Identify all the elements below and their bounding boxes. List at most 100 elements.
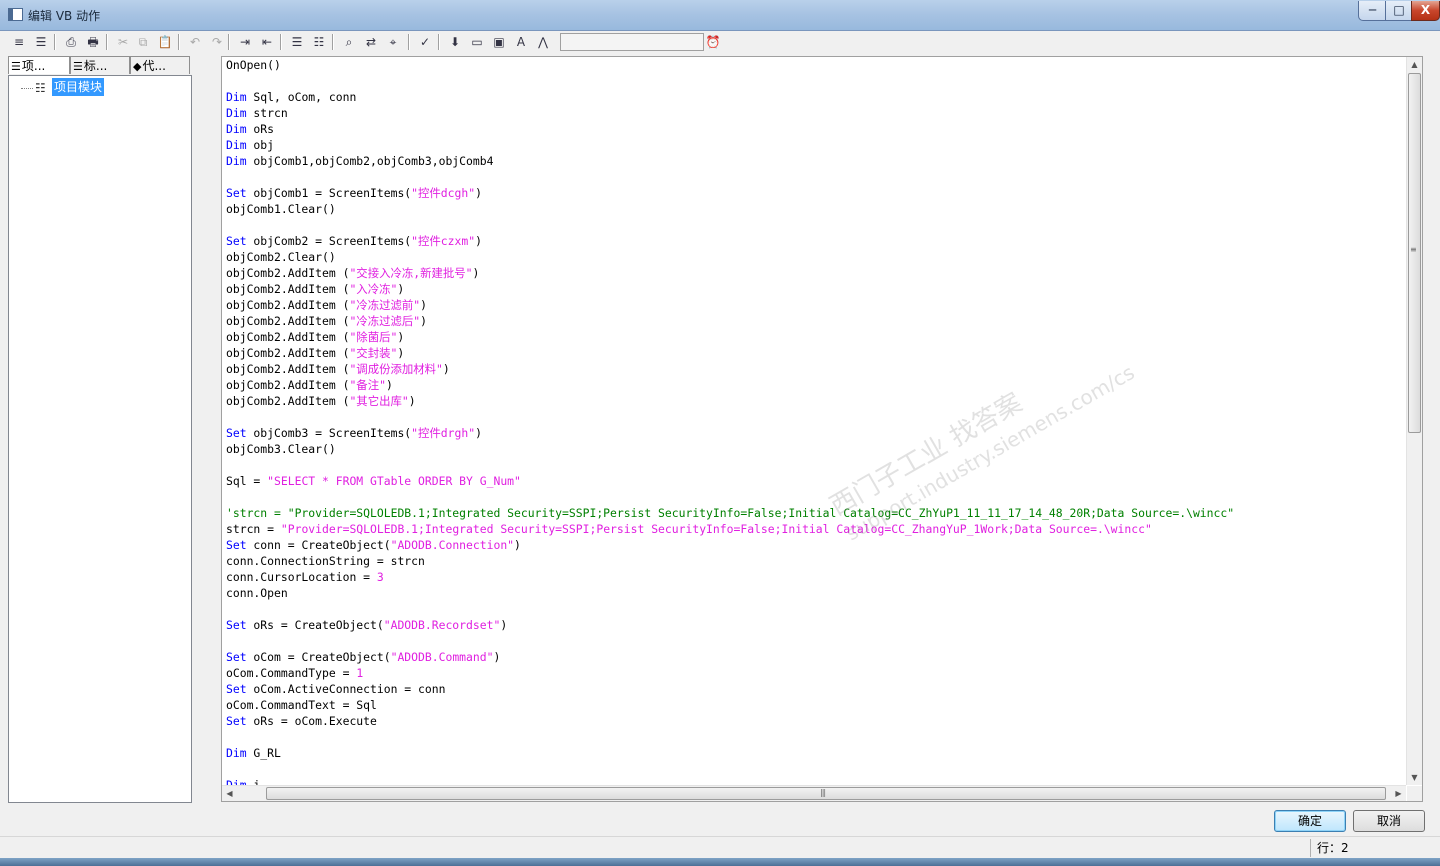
code-token: oCom.CommandText = Sql — [226, 698, 377, 712]
code-line[interactable]: Dim Sql, oCom, conn — [226, 89, 1404, 105]
toolbar-separator — [280, 34, 282, 50]
code-token: Set — [226, 618, 247, 632]
code-line[interactable]: Dim strcn — [226, 105, 1404, 121]
cancel-button[interactable]: 取消 — [1353, 810, 1425, 832]
tab-project[interactable]: ☰项... — [8, 56, 70, 74]
syntax-check-icon[interactable]: ✓ — [416, 33, 434, 51]
title-bar[interactable]: 编辑 VB 动作 ─ □ X — [0, 0, 1440, 31]
code-token: objComb2.AddItem ( — [226, 314, 350, 328]
scroll-left-arrow-icon[interactable]: ◀ — [222, 786, 237, 801]
code-line[interactable]: Set oCom = CreateObject("ADODB.Command") — [226, 649, 1404, 665]
code-line[interactable]: objComb2.AddItem ("其它出库") — [226, 393, 1404, 409]
code-line[interactable]: Set oCom.ActiveConnection = conn — [226, 681, 1404, 697]
module-tree[interactable]: ☷ 项目模块 — [8, 75, 192, 803]
tree-item-project-module[interactable]: 项目模块 — [52, 78, 105, 96]
undo-icon[interactable]: ↶ — [186, 33, 204, 51]
code-line[interactable] — [226, 217, 1404, 233]
code-line[interactable]: Dim oRs — [226, 121, 1404, 137]
code-line[interactable]: Set oRs = CreateObject("ADODB.Recordset"… — [226, 617, 1404, 633]
new-folder-icon[interactable]: ▣ — [490, 33, 508, 51]
code-line[interactable] — [226, 409, 1404, 425]
compass-icon[interactable]: ⋀ — [534, 33, 552, 51]
code-line[interactable]: conn.Open — [226, 585, 1404, 601]
code-line[interactable] — [226, 489, 1404, 505]
code-line[interactable]: Set objComb1 = ScreenItems("控件dcgh") — [226, 185, 1404, 201]
maximize-button[interactable]: □ — [1385, 1, 1413, 21]
code-line[interactable]: Set oRs = oCom.Execute — [226, 713, 1404, 729]
code-token: "SELECT * FROM GTable ORDER BY G_Num" — [267, 474, 521, 488]
code-line[interactable] — [226, 761, 1404, 777]
code-token: objComb1.Clear() — [226, 202, 336, 216]
vertical-scrollbar[interactable]: ▲ ≡ ▼ — [1406, 57, 1422, 785]
code-line[interactable]: conn.CursorLocation = 3 — [226, 569, 1404, 585]
code-line[interactable]: Dim G_RL — [226, 745, 1404, 761]
code-line[interactable]: Dim i — [226, 777, 1404, 785]
code-line[interactable]: Sql = "SELECT * FROM GTable ORDER BY G_N… — [226, 473, 1404, 489]
scroll-up-arrow-icon[interactable]: ▲ — [1407, 57, 1422, 72]
code-line[interactable]: Set conn = CreateObject("ADODB.Connectio… — [226, 537, 1404, 553]
replace-icon[interactable]: ⇄ — [362, 33, 380, 51]
toolbar-separator — [54, 34, 56, 50]
horizontal-scroll-thumb[interactable] — [266, 787, 1386, 800]
code-line[interactable] — [226, 601, 1404, 617]
code-line[interactable]: Dim obj — [226, 137, 1404, 153]
code-line[interactable]: objComb2.AddItem ("入冷冻") — [226, 281, 1404, 297]
code-line[interactable]: 'strcn = "Provider=SQLOLEDB.1;Integrated… — [226, 505, 1404, 521]
code-line[interactable] — [226, 169, 1404, 185]
paste-icon[interactable]: 📋 — [156, 33, 174, 51]
format-icon[interactable]: ☰ — [32, 33, 50, 51]
align-left-icon[interactable]: ≡ — [10, 33, 28, 51]
tab-code[interactable]: ◆代... — [130, 56, 190, 74]
code-line[interactable]: objComb2.AddItem ("除菌后") — [226, 329, 1404, 345]
code-line[interactable]: objComb2.AddItem ("冷冻过滤后") — [226, 313, 1404, 329]
code-line[interactable]: objComb2.AddItem ("调成份添加材料") — [226, 361, 1404, 377]
scroll-right-arrow-icon[interactable]: ▶ — [1391, 786, 1406, 801]
code-line[interactable]: objComb2.AddItem ("交封装") — [226, 345, 1404, 361]
code-line[interactable]: objComb3.Clear() — [226, 441, 1404, 457]
code-line[interactable] — [226, 73, 1404, 89]
comment-icon[interactable]: ☰ — [288, 33, 306, 51]
ok-button[interactable]: 确定 — [1274, 810, 1346, 832]
code-line[interactable]: objComb2.AddItem ("冷冻过滤前") — [226, 297, 1404, 313]
code-line[interactable]: objComb1.Clear() — [226, 201, 1404, 217]
code-line[interactable]: Set objComb2 = ScreenItems("控件czxm") — [226, 233, 1404, 249]
redo-icon[interactable]: ↷ — [208, 33, 226, 51]
alarm-clock-icon[interactable]: ⏰ — [704, 33, 722, 51]
code-line[interactable]: Set objComb3 = ScreenItems("控件drgh") — [226, 425, 1404, 441]
uncomment-icon[interactable]: ☷ — [310, 33, 328, 51]
print-icon[interactable]: ⎙ — [62, 33, 80, 51]
code-area[interactable]: OnOpen() Dim Sql, oCom, conn Dim strcn Dim… — [226, 57, 1404, 785]
code-line[interactable] — [226, 633, 1404, 649]
print-preview-icon[interactable]: 🖶 — [84, 33, 102, 51]
tree-connector — [21, 88, 33, 89]
tag-icon[interactable]: A — [512, 33, 530, 51]
code-line[interactable]: strcn = "Provider=SQLOLEDB.1;Integrated … — [226, 521, 1404, 537]
code-line[interactable] — [226, 729, 1404, 745]
copy-icon[interactable]: ⧉ — [134, 33, 152, 51]
code-editor[interactable]: OnOpen() Dim Sql, oCom, conn Dim strcn Dim… — [221, 56, 1423, 802]
code-token: objComb1,objComb2,objComb3,objComb4 — [246, 154, 494, 168]
code-line[interactable]: Dim objComb1,objComb2,objComb3,objComb4 — [226, 153, 1404, 169]
code-line[interactable]: objComb2.AddItem ("备注") — [226, 377, 1404, 393]
goto-icon[interactable]: ⌖ — [384, 33, 402, 51]
code-line[interactable]: conn.ConnectionString = strcn — [226, 553, 1404, 569]
folder-icon[interactable]: ▭ — [468, 33, 486, 51]
scroll-down-arrow-icon[interactable]: ▼ — [1407, 770, 1422, 785]
toolbar-combo-input[interactable] — [560, 33, 704, 51]
code-line[interactable]: objComb2.AddItem ("交接入冷冻,新建批号") — [226, 265, 1404, 281]
code-line[interactable]: oCom.CommandType = 1 — [226, 665, 1404, 681]
tab-standard[interactable]: ☰标... — [70, 56, 130, 74]
minimize-button[interactable]: ─ — [1358, 1, 1387, 21]
indent-icon[interactable]: ⇥ — [236, 33, 254, 51]
horizontal-scrollbar[interactable]: ◀ ||| ▶ — [222, 785, 1406, 801]
import-icon[interactable]: ⬇ — [446, 33, 464, 51]
outdent-icon[interactable]: ⇤ — [258, 33, 276, 51]
code-line[interactable] — [226, 457, 1404, 473]
find-icon[interactable]: ⌕ — [340, 33, 358, 51]
code-line[interactable]: objComb2.Clear() — [226, 249, 1404, 265]
code-line[interactable]: OnOpen() — [226, 57, 1404, 73]
close-button[interactable]: X — [1411, 1, 1440, 21]
list-icon: ☰ — [73, 60, 83, 73]
code-line[interactable]: oCom.CommandText = Sql — [226, 697, 1404, 713]
cut-icon[interactable]: ✂ — [114, 33, 132, 51]
